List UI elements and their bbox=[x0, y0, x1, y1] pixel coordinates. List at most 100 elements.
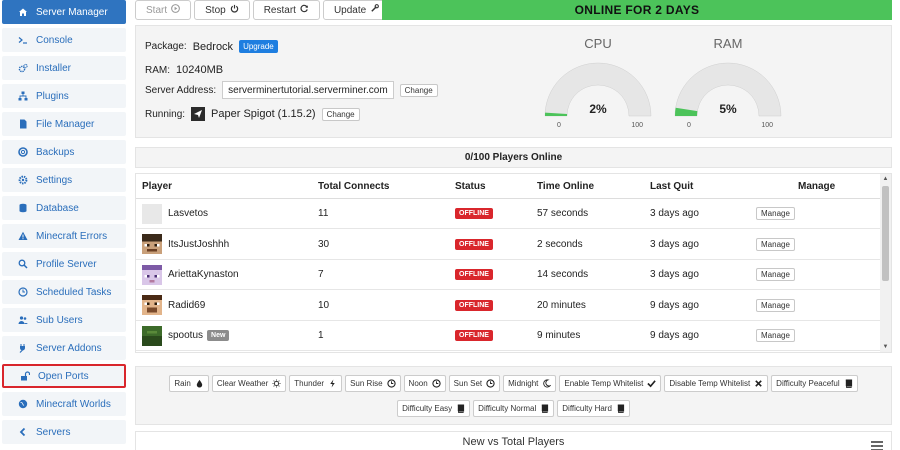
change-software-button[interactable]: Change bbox=[321, 107, 360, 121]
upgrade-button[interactable]: Upgrade bbox=[239, 40, 278, 53]
sidebar-item-label: Settings bbox=[36, 174, 73, 186]
sidebar-item-label: Scheduled Tasks bbox=[36, 286, 112, 298]
sun-icon bbox=[272, 379, 281, 388]
player-cell: AriettaKynaston bbox=[142, 260, 239, 289]
player-cell: Radid69 bbox=[142, 291, 205, 320]
scroll-up-arrow-icon[interactable]: ▲ bbox=[880, 174, 891, 184]
noon-button[interactable]: Noon bbox=[403, 375, 446, 392]
col-time-online: Time Online bbox=[537, 180, 595, 192]
server-address-field[interactable]: serverminertutorial.serverminer.com bbox=[222, 81, 394, 99]
sidebar-item-label: Plugins bbox=[36, 90, 69, 102]
server-toolbar: Start Stop Restart Update bbox=[135, 0, 391, 20]
check-icon bbox=[647, 379, 657, 388]
sidebar-item-minecraft-errors[interactable]: Minecraft Errors bbox=[2, 224, 126, 248]
difficulty-easy-button[interactable]: Difficulty Easy bbox=[397, 400, 471, 417]
sidebar-item-backups[interactable]: Backups bbox=[2, 140, 126, 164]
update-button-label: Update bbox=[333, 4, 367, 16]
last-quit-cell: 3 days ago bbox=[650, 208, 699, 219]
ram-gauge-max: 100 bbox=[761, 122, 773, 129]
warning-icon bbox=[18, 231, 28, 241]
restart-button-label: Restart bbox=[263, 4, 296, 16]
table-scrollbar[interactable]: ▲ ▼ bbox=[880, 174, 891, 352]
sidebar-item-plugins[interactable]: Plugins bbox=[2, 84, 126, 108]
manage-player-button[interactable]: Manage bbox=[756, 298, 795, 312]
scroll-down-arrow-icon[interactable]: ▼ bbox=[880, 342, 891, 352]
manage-player-button[interactable]: Manage bbox=[756, 268, 795, 281]
sidebar-item-label: Sub Users bbox=[36, 314, 83, 326]
sidebar-item-file-manager[interactable]: File Manager bbox=[2, 112, 126, 136]
rain-button[interactable]: Rain bbox=[169, 375, 209, 392]
total-connects-cell: 7 bbox=[318, 269, 324, 280]
manage-cell: Manage bbox=[756, 321, 795, 350]
table-row: Lasvetos 11 OFFLINE 57 seconds 3 days ago Man… bbox=[136, 199, 881, 229]
update-button[interactable]: Update bbox=[322, 0, 391, 20]
cogs-icon bbox=[18, 63, 28, 73]
sidebar-item-scheduled-tasks[interactable]: Scheduled Tasks bbox=[2, 280, 126, 304]
sidebar-item-server-manager[interactable]: Server Manager bbox=[2, 0, 126, 24]
sidebar-item-sub-users[interactable]: Sub Users bbox=[2, 308, 126, 332]
manage-player-button[interactable]: Manage bbox=[756, 237, 795, 251]
menu-icon[interactable] bbox=[871, 441, 883, 450]
chevron-left-icon bbox=[18, 427, 28, 437]
midnight-button[interactable]: Midnight bbox=[503, 375, 557, 392]
refresh-icon bbox=[300, 4, 309, 16]
control-button-label: Difficulty Easy bbox=[402, 404, 453, 413]
sun-rise-button[interactable]: Sun Rise bbox=[345, 375, 401, 392]
times-icon bbox=[754, 379, 763, 388]
restart-button[interactable]: Restart bbox=[252, 0, 320, 20]
manage-player-button[interactable]: Manage bbox=[756, 207, 795, 220]
thunder-button[interactable]: Thunder bbox=[289, 375, 343, 392]
player-avatar bbox=[142, 295, 162, 315]
sidebar-item-server-addons[interactable]: Server Addons bbox=[2, 336, 126, 360]
enable-temp-whitelist-button[interactable]: Enable Temp Whitelist bbox=[559, 375, 662, 392]
sidebar-item-label: Open Ports bbox=[38, 370, 89, 382]
ram-gauge: RAM 5% 0 100 bbox=[673, 36, 783, 129]
last-quit-cell: 3 days ago bbox=[650, 238, 699, 250]
scroll-thumb[interactable] bbox=[882, 186, 889, 281]
clock-icon bbox=[432, 379, 441, 388]
disable-temp-whitelist-button[interactable]: Disable Temp Whitelist bbox=[664, 375, 769, 392]
difficulty-normal-button[interactable]: Difficulty Normal bbox=[473, 400, 555, 417]
difficulty-hard-button[interactable]: Difficulty Hard bbox=[557, 400, 630, 417]
sidebar-item-label: Database bbox=[36, 202, 79, 214]
status-badge: OFFLINE bbox=[455, 330, 493, 341]
sidebar-item-servers[interactable]: Servers bbox=[2, 420, 126, 444]
package-row: Package: Bedrock Upgrade bbox=[145, 40, 278, 53]
status-badge: OFFLINE bbox=[455, 299, 493, 311]
col-status: Status bbox=[455, 180, 486, 192]
cpu-gauge: CPU 2% 0 100 bbox=[543, 36, 653, 129]
player-avatar bbox=[142, 325, 162, 346]
stop-button[interactable]: Stop bbox=[194, 0, 250, 20]
clear-weather-button[interactable]: Clear Weather bbox=[211, 375, 287, 392]
sidebar-item-profile-server[interactable]: Profile Server bbox=[2, 252, 126, 276]
home-icon bbox=[18, 7, 28, 17]
status-cell: OFFLINE bbox=[455, 291, 493, 320]
sidebar-item-installer[interactable]: Installer bbox=[2, 56, 126, 80]
player-avatar bbox=[142, 264, 162, 285]
ram-gauge-min: 0 bbox=[687, 122, 691, 129]
players-online-header: 0/100 Players Online bbox=[135, 147, 892, 168]
clock-icon bbox=[18, 287, 28, 297]
player-avatar bbox=[142, 203, 162, 224]
sidebar-item-settings[interactable]: Settings bbox=[2, 168, 126, 192]
unlock-icon bbox=[20, 371, 30, 381]
change-address-button[interactable]: Change bbox=[399, 83, 438, 97]
sidebar-item-console[interactable]: Console bbox=[2, 28, 126, 52]
gear-icon bbox=[18, 175, 28, 185]
col-last-quit: Last Quit bbox=[650, 180, 694, 192]
sidebar-item-minecraft-worlds[interactable]: Minecraft Worlds bbox=[2, 392, 126, 416]
player-cell: spootus New bbox=[142, 321, 230, 350]
sun-set-button[interactable]: Sun Set bbox=[448, 375, 501, 392]
sidebar-item-open-ports[interactable]: Open Ports bbox=[2, 364, 126, 388]
database-icon bbox=[18, 203, 28, 213]
time-online-cell: 20 minutes bbox=[537, 299, 586, 311]
control-button-label: Rain bbox=[174, 379, 191, 388]
time-online-cell: 2 seconds bbox=[537, 238, 583, 250]
wrench-icon bbox=[370, 4, 380, 16]
manage-player-button[interactable]: Manage bbox=[756, 329, 795, 342]
difficulty-peaceful-button[interactable]: Difficulty Peaceful bbox=[771, 375, 858, 392]
start-button[interactable]: Start bbox=[135, 0, 192, 20]
player-name: AriettaKynaston bbox=[168, 269, 239, 280]
status-cell: OFFLINE bbox=[455, 199, 493, 228]
sidebar-item-database[interactable]: Database bbox=[2, 196, 126, 220]
